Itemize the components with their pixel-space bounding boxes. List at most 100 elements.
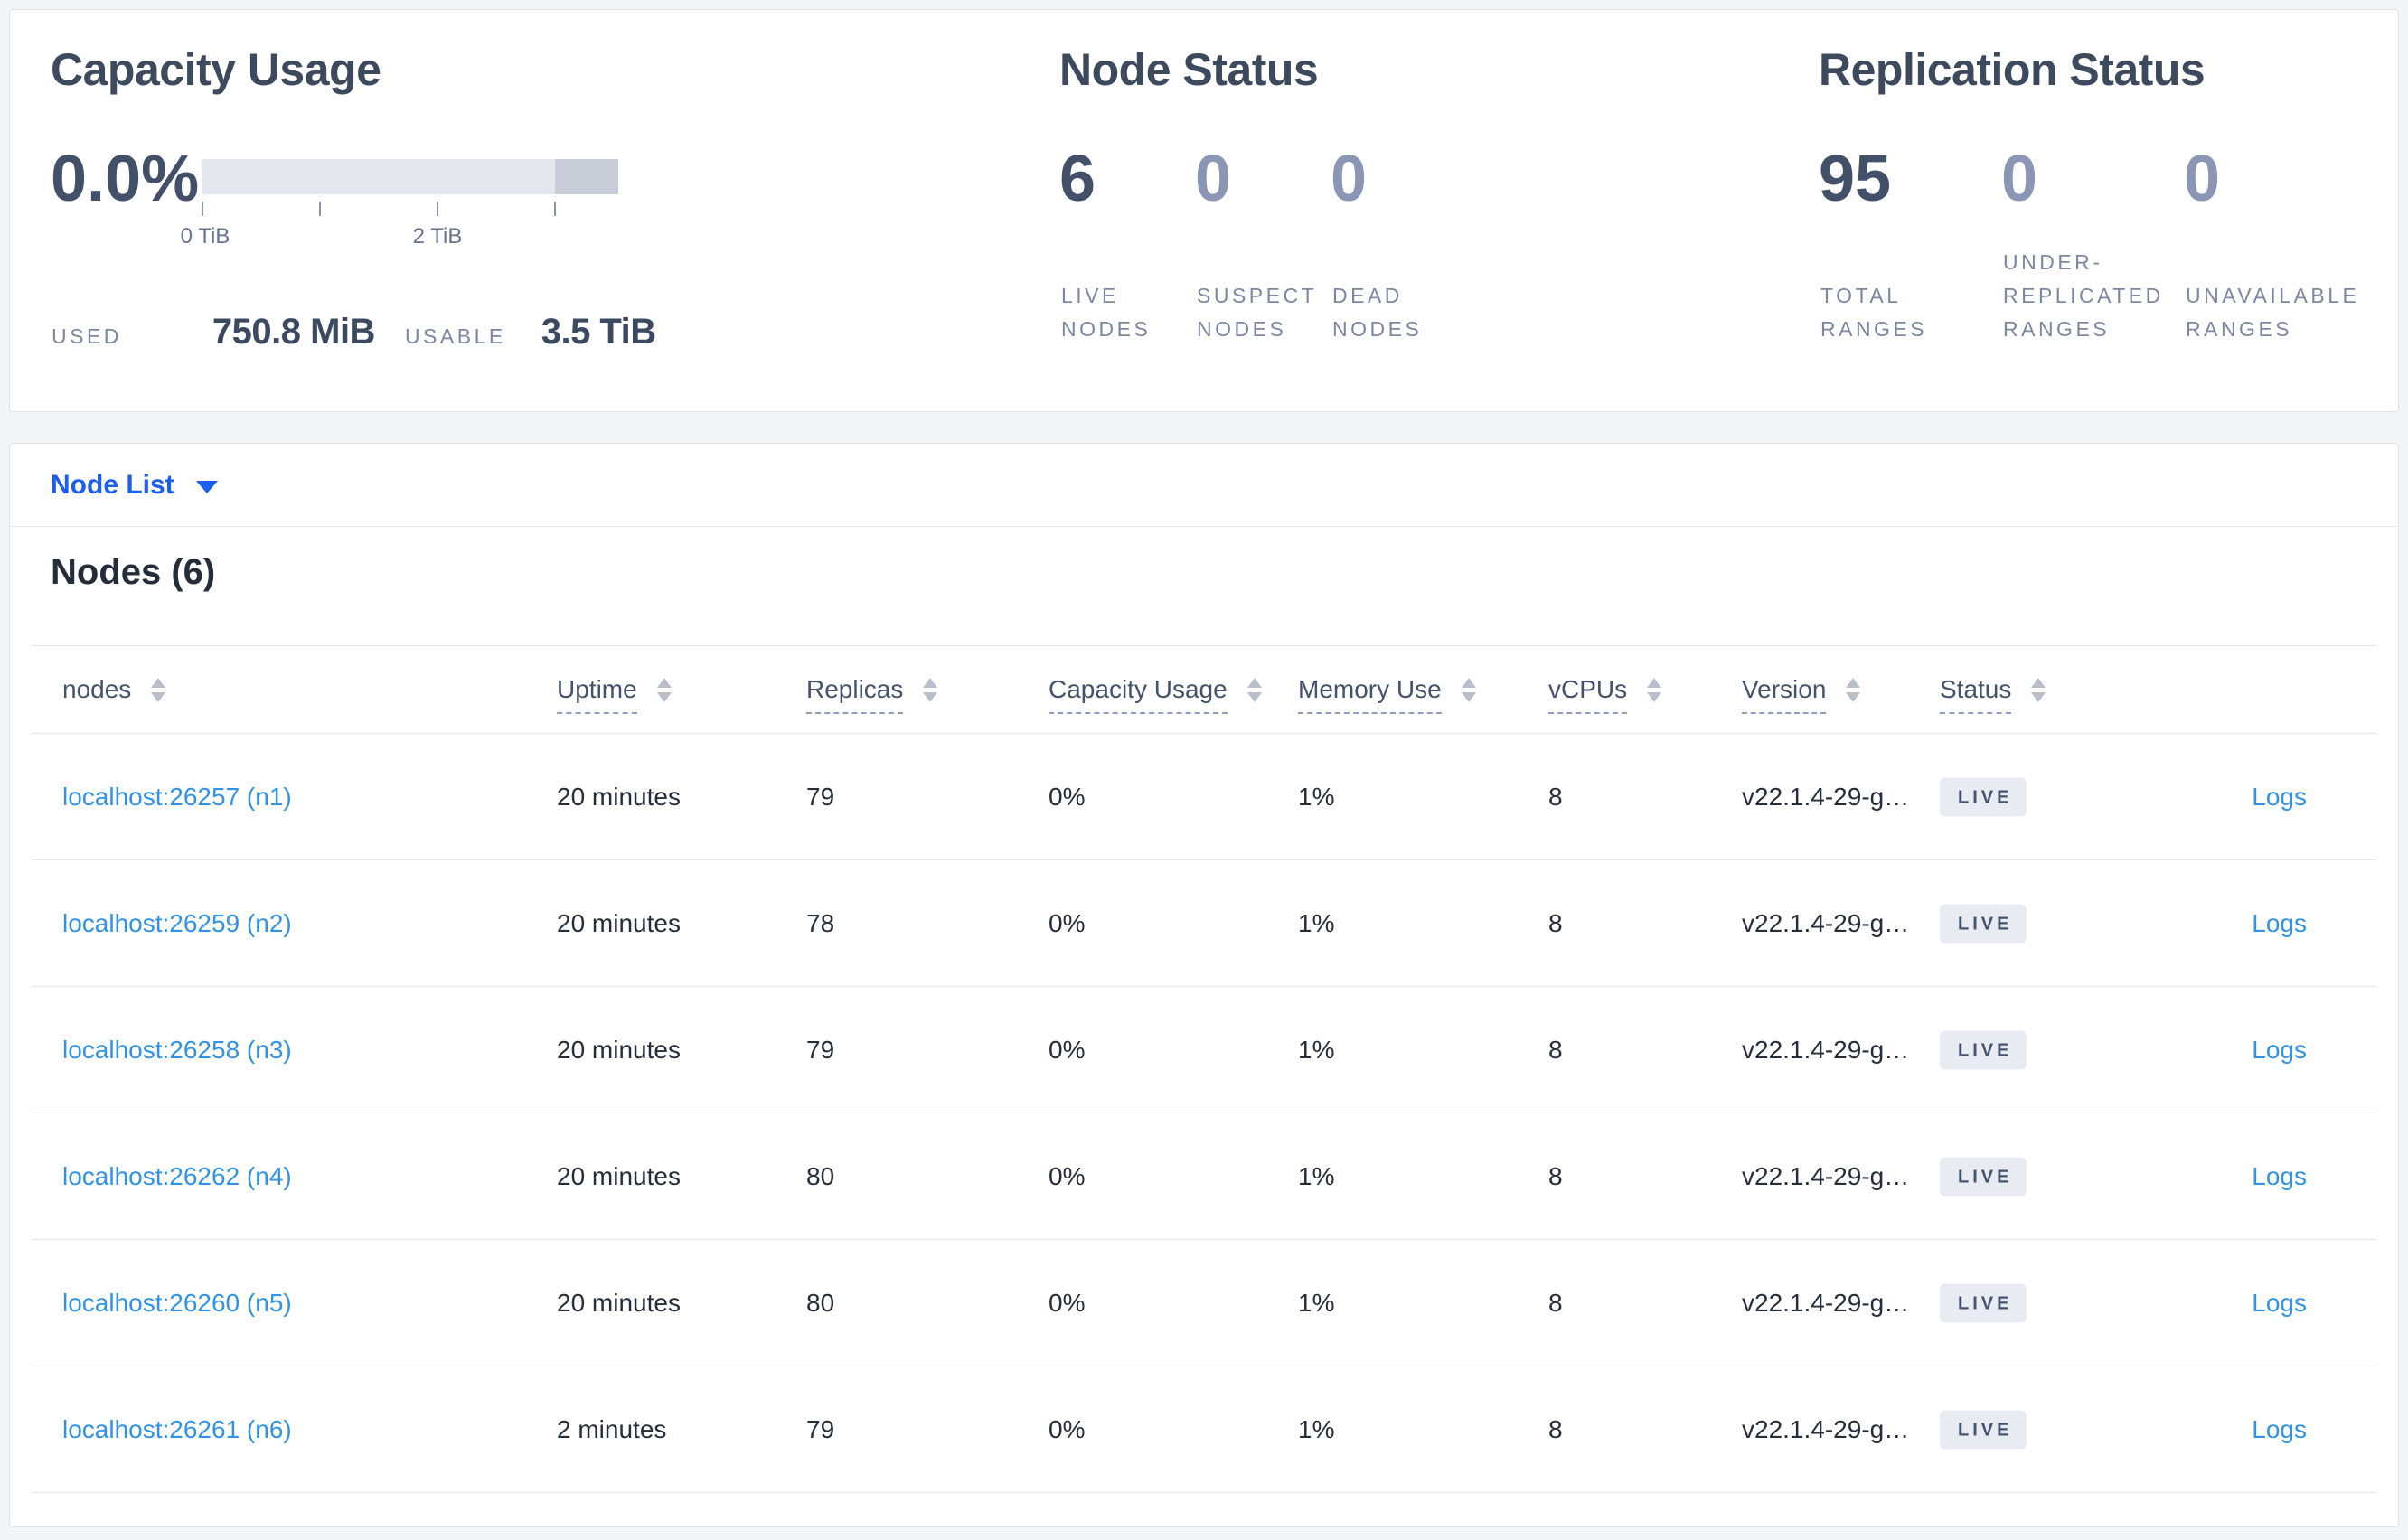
unavailable-ranges-metric: 0 UNAVAILABLE RANGES <box>2184 146 2378 346</box>
cluster-overview-page: { "summary": { "capacity": { "title": "C… <box>0 0 2408 1540</box>
uptime-cell: 20 minutes <box>557 908 681 937</box>
uptime-cell: 20 minutes <box>557 1288 681 1317</box>
node-list-dropdown[interactable]: Node List <box>51 444 218 527</box>
column-header-capacity-usage[interactable]: Capacity Usage <box>1049 675 1262 714</box>
column-header-replicas[interactable]: Replicas <box>806 675 938 714</box>
dead-nodes-count: 0 <box>1331 143 1368 215</box>
logs-link[interactable]: Logs <box>2252 783 2307 812</box>
table-row: localhost:26261 (n6) 2 minutes 79 0% 1% … <box>33 1366 2375 1493</box>
replicas-cell: 78 <box>806 908 835 937</box>
suspect-nodes-count: 0 <box>1195 143 1232 215</box>
uptime-cell: 20 minutes <box>557 1035 681 1064</box>
cluster-summary-panel: Capacity Usage 0.0% 0 TiB 2 TiB USED 750… <box>9 9 2399 412</box>
nodes-table: nodes Uptime Replicas Capacity Usage Mem… <box>33 645 2375 1493</box>
sort-icon <box>1246 677 1262 702</box>
node-link[interactable]: localhost:26258 (n3) <box>62 1036 292 1065</box>
capacity-axis-tick <box>554 202 556 216</box>
status-badge: LIVE <box>1940 1157 2027 1196</box>
usable-label: USABLE <box>404 324 506 348</box>
sort-icon <box>923 677 938 702</box>
status-cell: LIVE <box>1940 904 2027 943</box>
vcpus-cell: 8 <box>1548 782 1563 811</box>
used-value: 750.8 MiB <box>212 312 376 352</box>
capacity-tick-label-0: 0 TiB <box>180 224 230 249</box>
node-link[interactable]: localhost:26260 (n5) <box>62 1289 292 1318</box>
memory-cell: 1% <box>1298 782 1335 811</box>
sort-icon <box>1461 677 1476 702</box>
column-header-status[interactable]: Status <box>1940 675 2046 714</box>
table-row: localhost:26260 (n5) 20 minutes 80 0% 1%… <box>33 1240 2375 1366</box>
live-nodes-label: LIVE NODES <box>1061 284 1152 341</box>
table-row: localhost:26257 (n1) 20 minutes 79 0% 1%… <box>33 734 2375 860</box>
memory-cell: 1% <box>1298 1161 1335 1190</box>
status-cell: LIVE <box>1940 1410 2027 1449</box>
version-cell: v22.1.4-29-g… <box>1742 1414 1910 1443</box>
status-badge: LIVE <box>1940 1283 2027 1322</box>
capacity-cell: 0% <box>1049 1414 1086 1443</box>
memory-cell: 1% <box>1298 1035 1335 1064</box>
view-selector-bar: Node List <box>10 444 2398 527</box>
status-badge: LIVE <box>1940 1410 2027 1449</box>
total-ranges-metric: 95 TOTAL RANGES <box>1819 146 1954 346</box>
column-label: Capacity Usage <box>1049 675 1228 714</box>
memory-cell: 1% <box>1298 908 1335 937</box>
node-link[interactable]: localhost:26261 (n6) <box>62 1415 292 1444</box>
replicas-cell: 79 <box>806 1414 835 1443</box>
live-nodes-metric: 6 LIVE NODES <box>1059 146 1177 346</box>
column-header-vcpus[interactable]: vCPUs <box>1548 675 1662 714</box>
capacity-usage-title: Capacity Usage <box>51 44 381 95</box>
column-label: Version <box>1742 675 1827 714</box>
logs-link[interactable]: Logs <box>2252 1415 2307 1444</box>
under-replicated-ranges-count: 0 <box>2001 143 2038 215</box>
suspect-nodes-label: SUSPECT NODES <box>1197 284 1317 341</box>
capacity-tick-label-2: 2 TiB <box>412 224 463 249</box>
status-badge: LIVE <box>1940 1030 2027 1069</box>
status-cell: LIVE <box>1940 1283 2027 1322</box>
version-cell: v22.1.4-29-g… <box>1742 1288 1910 1317</box>
replicas-cell: 80 <box>806 1161 835 1190</box>
status-badge: LIVE <box>1940 777 2027 816</box>
logs-link[interactable]: Logs <box>2252 1289 2307 1318</box>
under-replicated-ranges-metric: 0 UNDER-REPLICATED RANGES <box>2001 146 2168 346</box>
usable-value: 3.5 TiB <box>541 312 656 352</box>
node-link[interactable]: localhost:26262 (n4) <box>62 1162 292 1191</box>
table-header-row: nodes Uptime Replicas Capacity Usage Mem… <box>33 646 2375 734</box>
sort-icon <box>151 677 166 702</box>
column-header-version[interactable]: Version <box>1742 675 1861 714</box>
version-cell: v22.1.4-29-g… <box>1742 1035 1910 1064</box>
capacity-cell: 0% <box>1049 1288 1086 1317</box>
column-label: Memory Use <box>1298 675 1442 714</box>
memory-cell: 1% <box>1298 1414 1335 1443</box>
uptime-cell: 20 minutes <box>557 782 681 811</box>
replicas-cell: 80 <box>806 1288 835 1317</box>
capacity-axis-tick <box>437 202 438 216</box>
column-header-nodes[interactable]: nodes <box>62 675 166 704</box>
capacity-axis-tick <box>202 202 203 216</box>
sort-icon <box>656 677 672 702</box>
capacity-used-percent: 0.0% <box>51 143 200 215</box>
status-cell: LIVE <box>1940 1157 2027 1196</box>
version-cell: v22.1.4-29-g… <box>1742 782 1910 811</box>
vcpus-cell: 8 <box>1548 908 1563 937</box>
capacity-cell: 0% <box>1049 908 1086 937</box>
capacity-bar-dark-segment <box>555 159 618 194</box>
logs-link[interactable]: Logs <box>2252 1162 2307 1191</box>
version-cell: v22.1.4-29-g… <box>1742 1161 1910 1190</box>
node-link[interactable]: localhost:26257 (n1) <box>62 783 292 812</box>
replication-status-title: Replication Status <box>1819 44 2206 95</box>
node-list-dropdown-label: Node List <box>51 470 174 500</box>
uptime-cell: 20 minutes <box>557 1161 681 1190</box>
node-link[interactable]: localhost:26259 (n2) <box>62 909 292 938</box>
version-cell: v22.1.4-29-g… <box>1742 908 1910 937</box>
table-row: localhost:26262 (n4) 20 minutes 80 0% 1%… <box>33 1113 2375 1240</box>
nodes-section-title: Nodes (6) <box>51 552 216 592</box>
column-header-memory-use[interactable]: Memory Use <box>1298 675 1476 714</box>
total-ranges-label: TOTAL RANGES <box>1820 284 1928 341</box>
column-header-uptime[interactable]: Uptime <box>557 675 672 714</box>
node-status-title: Node Status <box>1059 44 1319 95</box>
logs-link[interactable]: Logs <box>2252 1036 2307 1065</box>
column-label: Uptime <box>557 675 637 714</box>
unavailable-ranges-label: UNAVAILABLE RANGES <box>2186 284 2360 341</box>
nodes-panel: Node List Nodes (6) nodes Uptime Replica… <box>9 443 2399 1527</box>
logs-link[interactable]: Logs <box>2252 909 2307 938</box>
